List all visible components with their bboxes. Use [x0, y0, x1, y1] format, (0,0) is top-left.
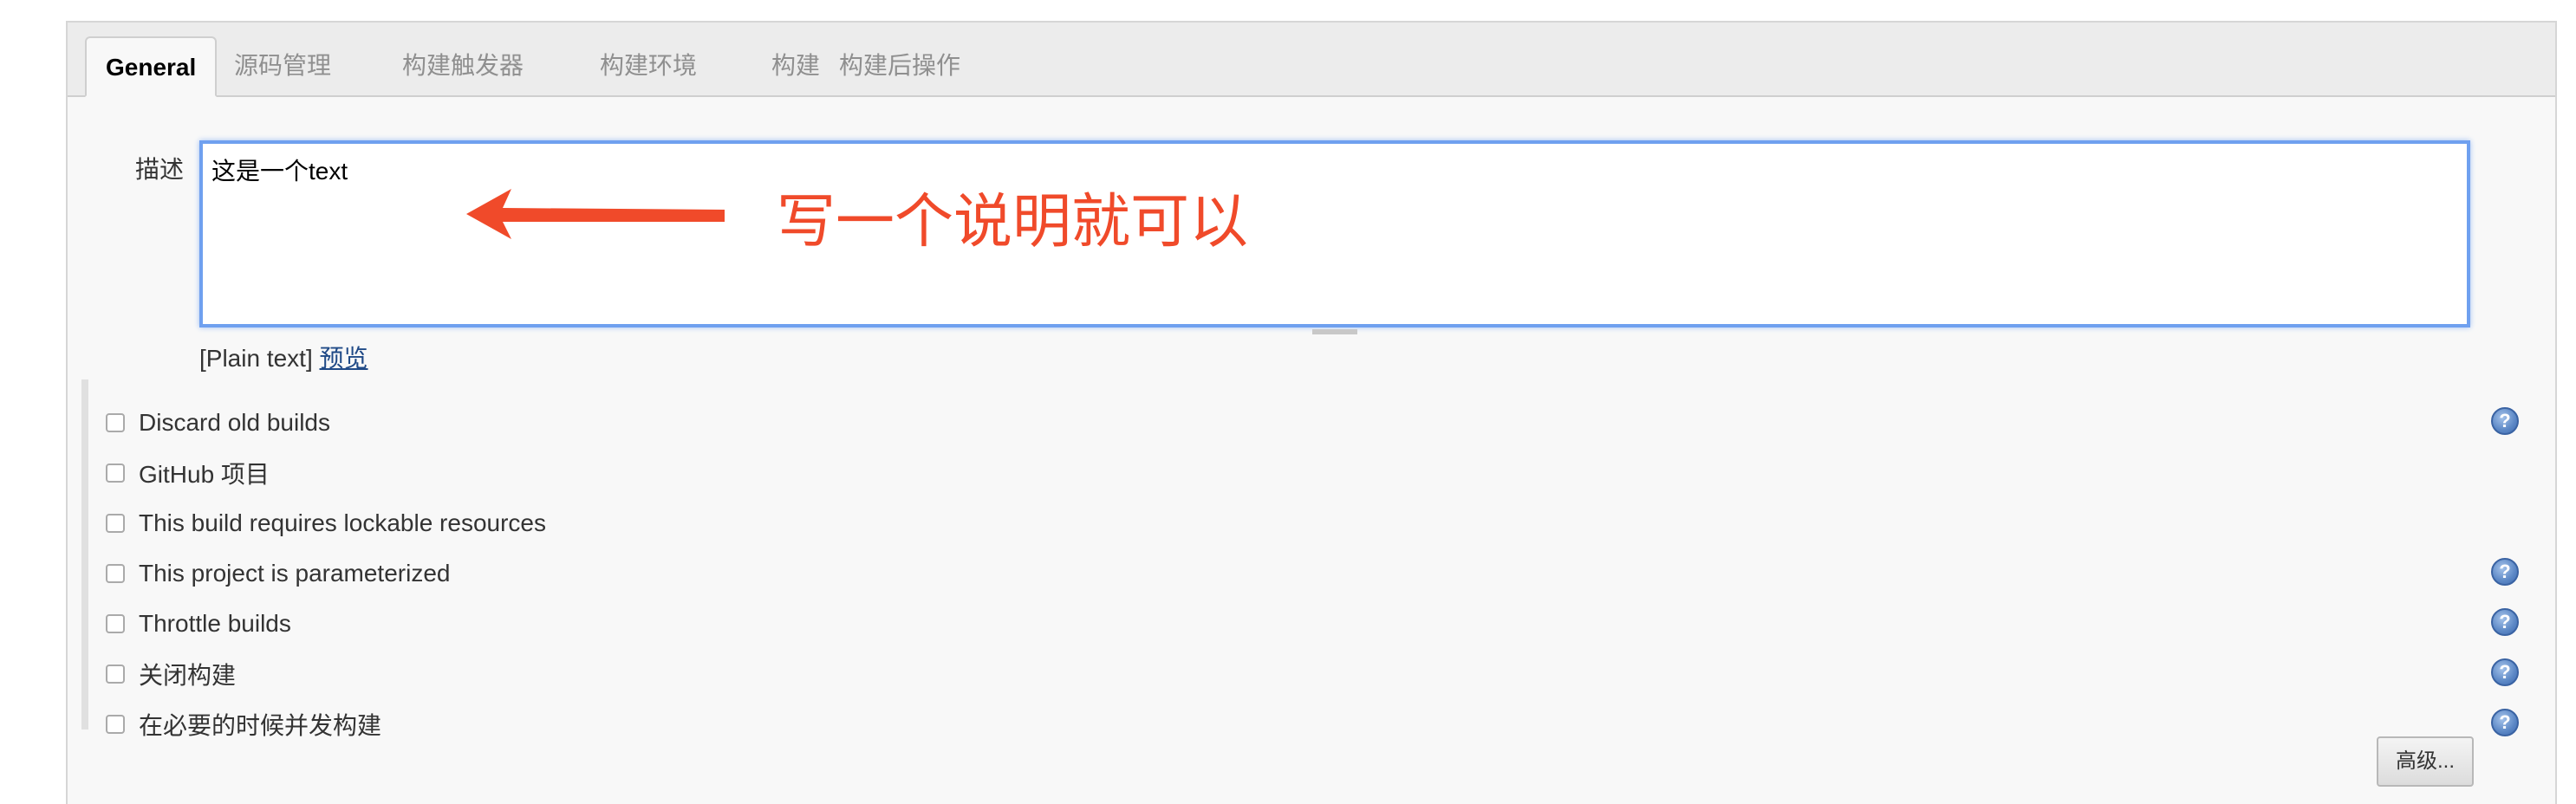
- job-config-panel: General 源码管理 构建触发器 构建环境 构建 构建后操作 描述 这是一个…: [66, 21, 2557, 804]
- help-icon[interactable]: ?: [2491, 608, 2519, 636]
- description-label: 描述: [135, 156, 185, 183]
- option-concurrent-builds[interactable]: 在必要的时候并发构建: [106, 707, 381, 742]
- option-label: Discard old builds: [139, 409, 330, 436]
- option-discard-old-builds[interactable]: Discard old builds: [106, 405, 330, 440]
- help-icon[interactable]: ?: [2491, 658, 2519, 686]
- format-prefix: [Plain text]: [199, 345, 313, 372]
- help-icon[interactable]: ?: [2491, 407, 2519, 435]
- option-github-project[interactable]: GitHub 项目: [106, 456, 270, 490]
- option-label: 关闭构建: [139, 662, 237, 689]
- options-group-bar: [81, 379, 88, 729]
- tab-build-environment[interactable]: 构建环境: [581, 36, 716, 97]
- textarea-resize-handle[interactable]: [1312, 329, 1357, 334]
- checkbox[interactable]: [106, 514, 125, 533]
- annotation-text: 写一个说明就可以: [777, 188, 1249, 256]
- advanced-button[interactable]: 高级...: [2377, 736, 2474, 787]
- tab-post-build-actions[interactable]: 构建后操作: [820, 36, 979, 97]
- description-format-info: [Plain text] 预览: [199, 340, 368, 374]
- checkbox[interactable]: [106, 665, 125, 684]
- checkbox[interactable]: [106, 564, 125, 583]
- option-disable-build[interactable]: 关闭构建: [106, 657, 236, 691]
- option-label: 在必要的时候并发构建: [139, 712, 382, 739]
- option-label: This project is parameterized: [139, 560, 451, 587]
- preview-link[interactable]: 预览: [320, 345, 368, 372]
- checkbox[interactable]: [106, 464, 125, 483]
- option-label: Throttle builds: [139, 610, 291, 637]
- tab-general[interactable]: General: [85, 36, 218, 97]
- option-parameterized[interactable]: This project is parameterized: [106, 556, 450, 591]
- option-label: GitHub 项目: [139, 461, 270, 488]
- checkbox[interactable]: [106, 715, 125, 734]
- option-throttle-builds[interactable]: Throttle builds: [106, 606, 291, 641]
- config-tab-bar: General 源码管理 构建触发器 构建环境 构建 构建后操作: [68, 23, 2555, 97]
- tab-build-triggers[interactable]: 构建触发器: [383, 36, 543, 97]
- help-icon[interactable]: ?: [2491, 558, 2519, 586]
- checkbox[interactable]: [106, 614, 125, 633]
- checkbox[interactable]: [106, 413, 125, 432]
- option-lockable-resources[interactable]: This build requires lockable resources: [106, 506, 546, 541]
- tab-source-code-management[interactable]: 源码管理: [215, 36, 350, 97]
- help-icon[interactable]: ?: [2491, 709, 2519, 736]
- option-label: This build requires lockable resources: [139, 509, 546, 536]
- annotation-arrow: [466, 189, 725, 239]
